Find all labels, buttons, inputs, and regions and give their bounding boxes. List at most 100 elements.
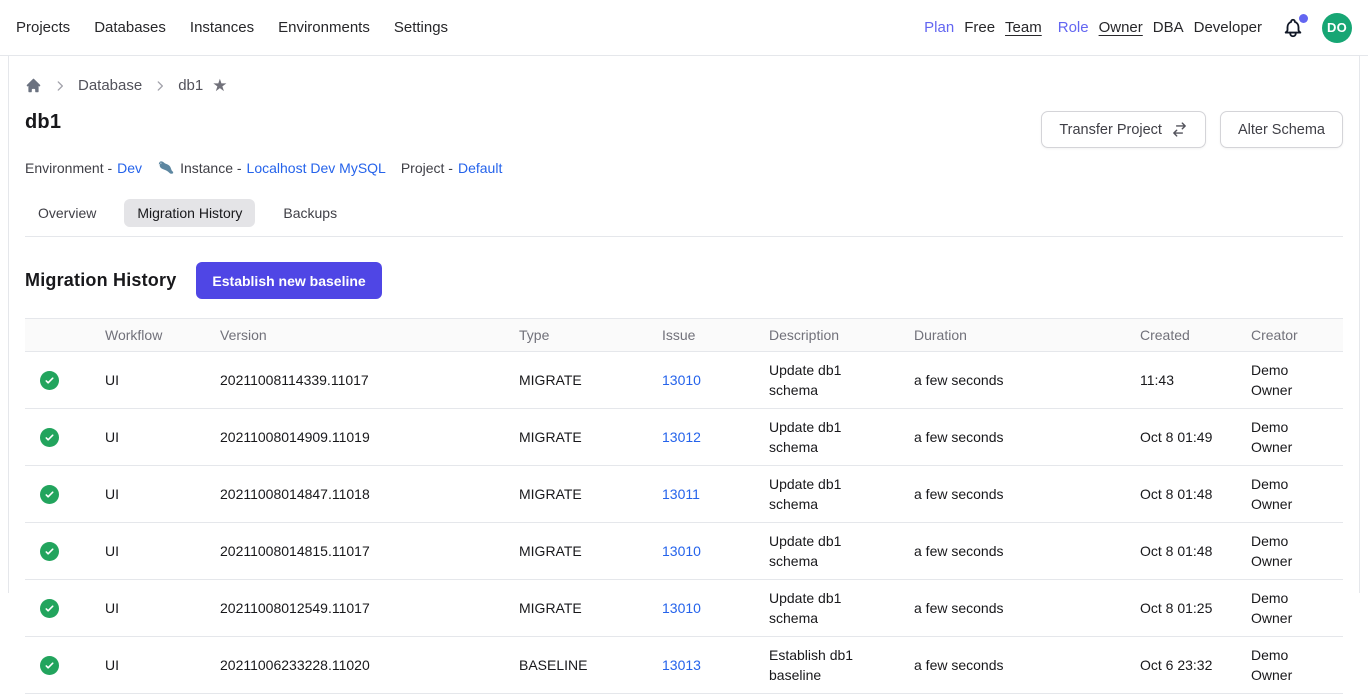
type-cell: BASELINE (509, 637, 652, 694)
nav-item-instances[interactable]: Instances (190, 19, 254, 36)
issue-cell: 13010 (652, 580, 759, 637)
created-cell: Oct 8 01:49 (1130, 409, 1241, 466)
status-cell (25, 352, 95, 409)
status-cell (25, 523, 95, 580)
column-header (25, 319, 95, 352)
nav-item-settings[interactable]: Settings (394, 19, 448, 36)
description-cell: Establish db1 baseline (759, 637, 904, 694)
type-cell: MIGRATE (509, 466, 652, 523)
workflow-cell: UI (95, 352, 210, 409)
nav-item-projects[interactable]: Projects (16, 19, 70, 36)
environment-link[interactable]: Dev (117, 160, 142, 176)
version-cell: 20211008114339.11017 (210, 352, 509, 409)
role-dba-link[interactable]: DBA (1153, 19, 1184, 36)
user-avatar[interactable]: DO (1322, 13, 1352, 43)
issue-link[interactable]: 13012 (662, 429, 701, 445)
page-title: db1 (25, 111, 61, 134)
issue-cell: 13010 (652, 523, 759, 580)
issue-link[interactable]: 13013 (662, 657, 701, 673)
alter-schema-label: Alter Schema (1238, 122, 1325, 138)
notification-bell-button[interactable] (1282, 17, 1304, 39)
workflow-cell: UI (95, 523, 210, 580)
version-cell: 20211006233228.11020 (210, 637, 509, 694)
transfer-icon (1171, 121, 1188, 138)
issue-cell: 13013 (652, 637, 759, 694)
table-row[interactable]: UI 20211008014847.11018 MIGRATE 13011 Up… (25, 466, 1343, 523)
column-header: Created (1130, 319, 1241, 352)
issue-link[interactable]: 13010 (662, 543, 701, 559)
version-cell: 20211008014815.11017 (210, 523, 509, 580)
duration-cell: a few seconds (904, 409, 1130, 466)
issue-cell: 13010 (652, 352, 759, 409)
column-header: Description (759, 319, 904, 352)
issue-cell: 13012 (652, 409, 759, 466)
breadcrumb: Database db1 ★ (25, 77, 1343, 94)
tab-overview[interactable]: Overview (25, 199, 109, 227)
role-label: Role (1058, 19, 1089, 36)
environment-label: Environment - (25, 160, 112, 176)
description-cell: Update db1 schema (759, 409, 904, 466)
breadcrumb-item-database[interactable]: Database (78, 77, 142, 94)
tab-bar: Overview Migration History Backups (25, 199, 1343, 237)
role-owner-link[interactable]: Owner (1099, 19, 1143, 36)
version-cell: 20211008012549.11017 (210, 580, 509, 637)
establish-baseline-button[interactable]: Establish new baseline (196, 262, 381, 299)
breadcrumb-item-db1: db1 (178, 77, 203, 94)
description-cell: Update db1 schema (759, 352, 904, 409)
issue-link[interactable]: 13010 (662, 600, 701, 616)
account-nav: Plan Free Team Role Owner DBA Developer … (924, 13, 1352, 43)
instance-link[interactable]: Localhost Dev MySQL (247, 160, 386, 176)
description-cell: Update db1 schema (759, 466, 904, 523)
mysql-dolphin-icon (157, 159, 175, 177)
star-filled-icon[interactable]: ★ (212, 77, 227, 94)
section-title: Migration History (25, 270, 176, 291)
table-row[interactable]: UI 20211008014909.11019 MIGRATE 13012 Up… (25, 409, 1343, 466)
plan-team-link[interactable]: Team (1005, 19, 1042, 36)
creator-cell: Demo Owner (1241, 352, 1343, 409)
role-developer-link[interactable]: Developer (1194, 19, 1262, 36)
table-row[interactable]: UI 20211006233228.11020 BASELINE 13013 E… (25, 637, 1343, 694)
table-row[interactable]: UI 20211008012549.11017 MIGRATE 13010 Up… (25, 580, 1343, 637)
header-actions: Transfer Project Alter Schema (1041, 111, 1343, 148)
version-cell: 20211008014847.11018 (210, 466, 509, 523)
history-table-header-row: WorkflowVersionTypeIssueDescriptionDurat… (25, 319, 1343, 352)
notification-dot (1299, 14, 1308, 23)
workflow-cell: UI (95, 637, 210, 694)
table-row[interactable]: UI 20211008014815.11017 MIGRATE 13010 Up… (25, 523, 1343, 580)
transfer-project-button[interactable]: Transfer Project (1041, 111, 1206, 148)
issue-link[interactable]: 13011 (662, 486, 700, 502)
created-cell: Oct 8 01:48 (1130, 523, 1241, 580)
page-header: db1 Transfer Project Alter Schema (25, 111, 1343, 148)
alter-schema-button[interactable]: Alter Schema (1220, 111, 1343, 148)
plan-value: Free (964, 19, 995, 36)
home-icon[interactable] (25, 77, 42, 94)
column-header: Type (509, 319, 652, 352)
issue-link[interactable]: 13010 (662, 372, 701, 388)
main-nav: Projects Databases Instances Environment… (16, 19, 448, 36)
type-cell: MIGRATE (509, 352, 652, 409)
database-meta: Environment - Dev Instance - Localhost D… (25, 159, 1343, 177)
success-check-icon (40, 656, 59, 675)
created-cell: 11:43 (1130, 352, 1241, 409)
column-header: Duration (904, 319, 1130, 352)
description-cell: Update db1 schema (759, 523, 904, 580)
project-link[interactable]: Default (458, 160, 502, 176)
created-cell: Oct 8 01:25 (1130, 580, 1241, 637)
success-check-icon (40, 371, 59, 390)
created-cell: Oct 6 23:32 (1130, 637, 1241, 694)
duration-cell: a few seconds (904, 352, 1130, 409)
creator-cell: Demo Owner (1241, 466, 1343, 523)
nav-item-environments[interactable]: Environments (278, 19, 370, 36)
transfer-project-label: Transfer Project (1059, 122, 1162, 138)
column-header: Creator (1241, 319, 1343, 352)
tab-backups[interactable]: Backups (270, 199, 350, 227)
instance-label: Instance - (180, 160, 241, 176)
table-row[interactable]: UI 20211008114339.11017 MIGRATE 13010 Up… (25, 352, 1343, 409)
nav-item-databases[interactable]: Databases (94, 19, 166, 36)
status-cell (25, 580, 95, 637)
column-header: Issue (652, 319, 759, 352)
creator-cell: Demo Owner (1241, 637, 1343, 694)
tab-migration-history[interactable]: Migration History (124, 199, 255, 227)
migration-history-section-header: Migration History Establish new baseline (25, 262, 1343, 299)
created-cell: Oct 8 01:48 (1130, 466, 1241, 523)
